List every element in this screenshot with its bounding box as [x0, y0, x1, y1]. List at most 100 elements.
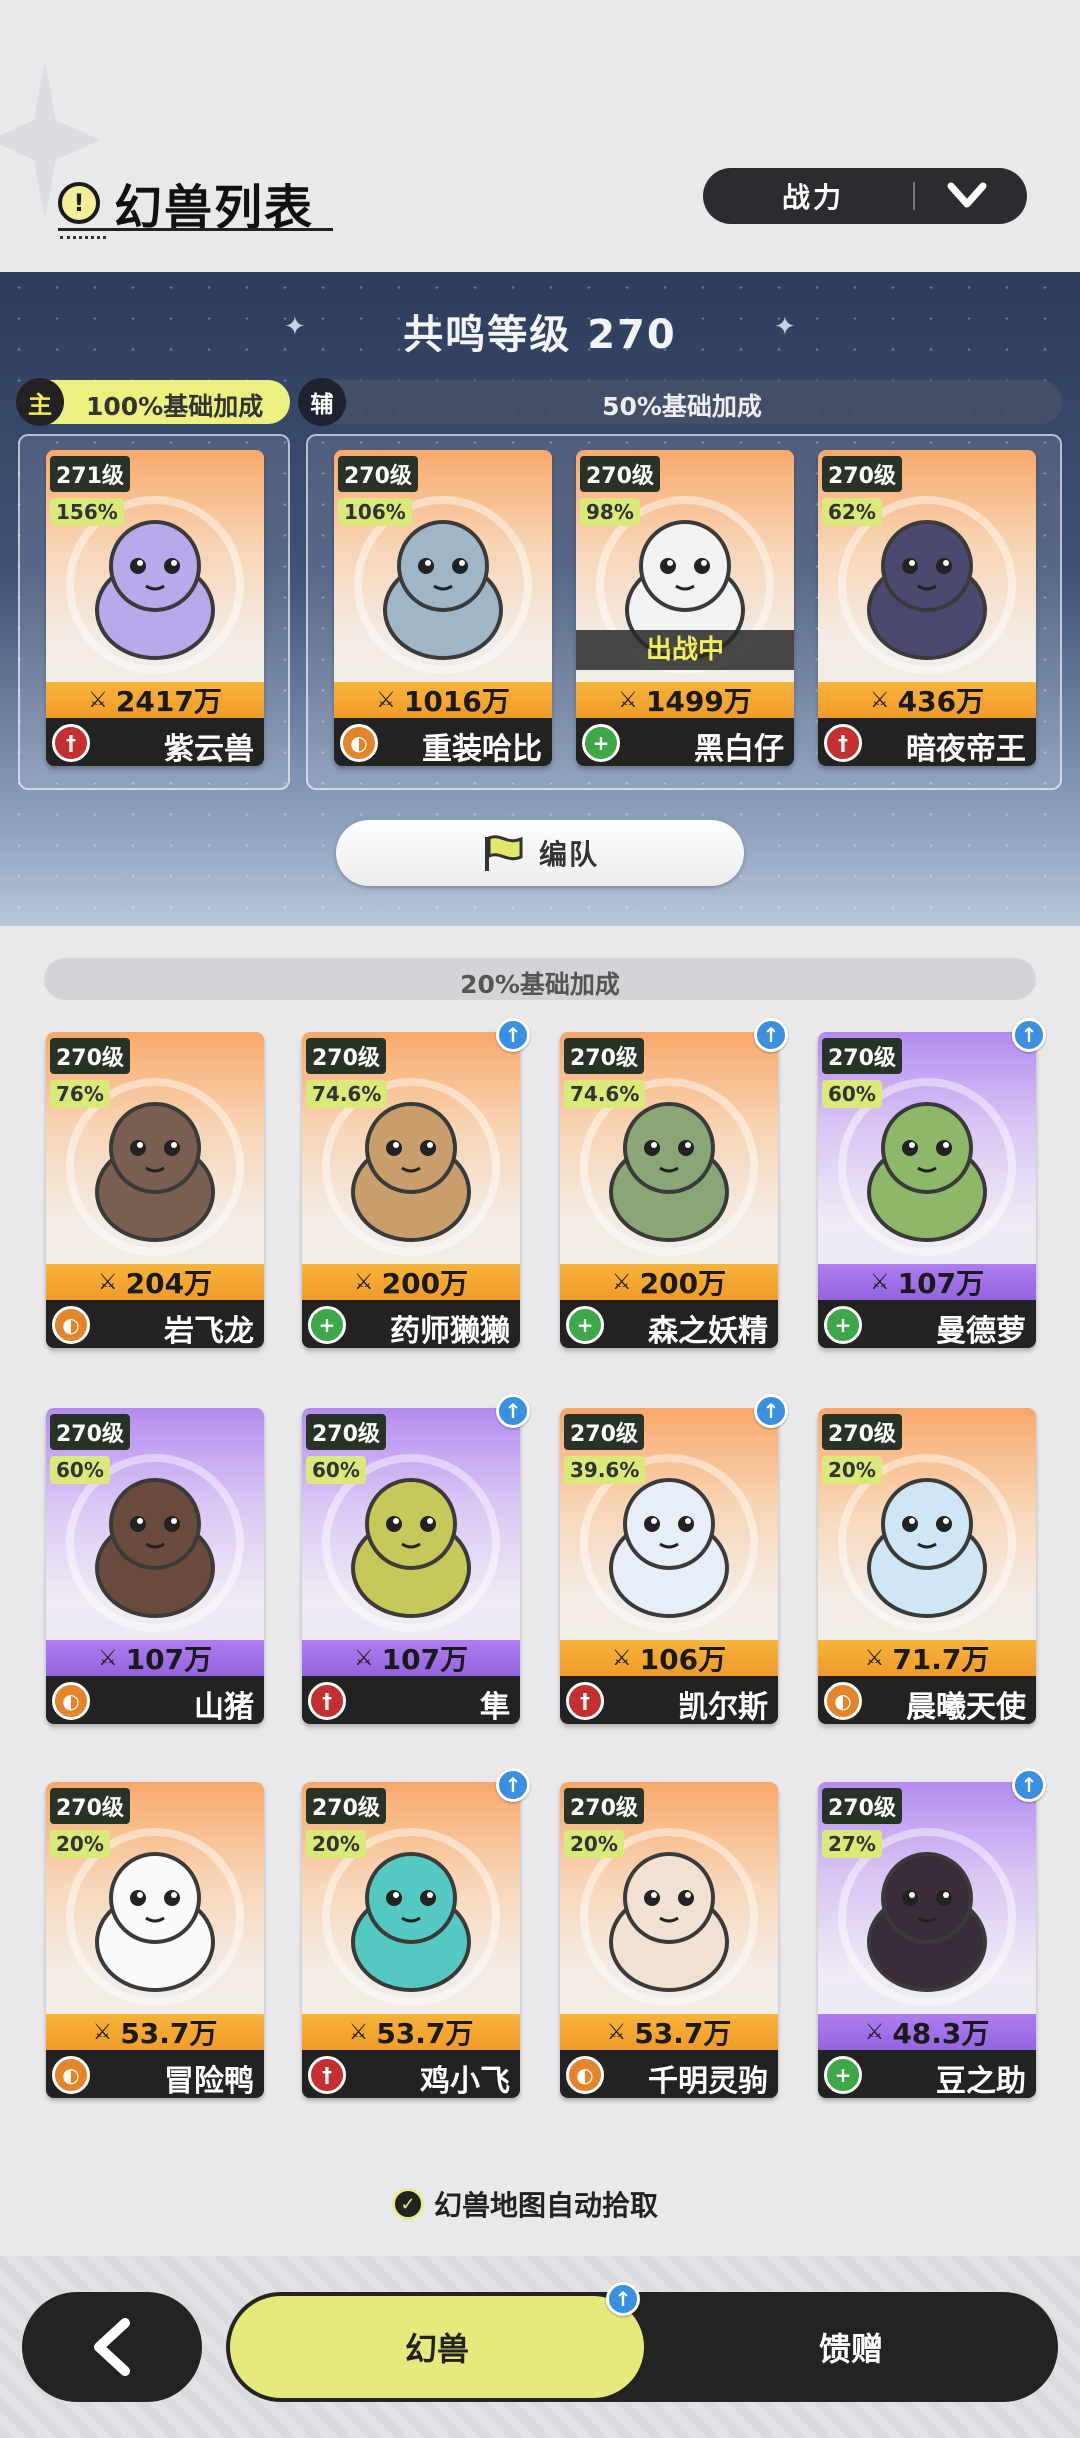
bonus-percent: 20% [822, 1456, 882, 1484]
role-atk-icon: † [308, 1682, 346, 1720]
sort-separator [913, 182, 915, 210]
role-def-icon: ◐ [566, 2056, 604, 2094]
beast-card[interactable]: 270级 76% ⚔ 204万 ◐ 岩飞龙 [46, 1032, 264, 1348]
footer-nav: 幻兽 ↑ 馈赠 [0, 2256, 1080, 2438]
beast-name: 豆之助 [936, 2064, 1026, 2098]
bonus-percent: 74.6% [564, 1080, 646, 1108]
swords-icon: ⚔ [97, 1645, 118, 1671]
beast-card[interactable]: 270级 20% ⚔ 53.7万 ◐ 冒险鸭 [46, 1782, 264, 2098]
tab-gifts-label: 馈赠 [818, 2330, 883, 2368]
auto-pickup-toggle[interactable]: ✓ 幻兽地图自动拾取 [392, 2184, 658, 2224]
main-bonus-label: 100%基础加成 [86, 392, 264, 421]
power-value: 107万 [897, 1267, 985, 1300]
beast-card[interactable]: 270级 62% ⚔ 436万 † 暗夜帝王 [818, 450, 1036, 766]
header: ! 幻兽列表 战力 [0, 0, 1080, 272]
formation-button[interactable]: 编队 [336, 820, 744, 886]
swords-icon: ⚔ [376, 687, 396, 713]
swords-icon: ⚔ [606, 2019, 627, 2045]
bonus-percent: 60% [306, 1456, 366, 1484]
beast-card[interactable]: 270级 20% ⚔ 53.7万 ◐ 千明灵驹 [560, 1782, 778, 2098]
level-badge: 270级 [580, 456, 660, 492]
name-bar: + 黑白仔 [576, 718, 794, 766]
role-sup-icon: + [582, 724, 620, 762]
upgrade-arrow-icon: ↑ [496, 1018, 530, 1052]
power-bar: ⚔ 71.7万 [818, 1640, 1036, 1676]
power-value: 2417万 [115, 685, 222, 718]
beast-name: 山猪 [194, 1690, 254, 1724]
name-bar: ◐ 晨曦天使 [818, 1676, 1036, 1724]
power-bar: ⚔ 106万 [560, 1640, 778, 1676]
upgrade-arrow-icon: ↑ [754, 1394, 788, 1428]
swords-icon: ⚔ [353, 1269, 374, 1295]
power-bar: ⚔ 436万 [818, 682, 1036, 718]
name-bar: + 药师獭獭 [302, 1300, 520, 1348]
chevron-down-icon [947, 182, 987, 208]
swords-icon: ⚔ [97, 1269, 118, 1295]
beast-card[interactable]: 270级 60% ⚔ 107万 ◐ 山猪 [46, 1408, 264, 1724]
role-sup-icon: + [566, 1306, 604, 1344]
swords-icon: ⚔ [353, 1645, 374, 1671]
power-value: 106万 [639, 1643, 727, 1676]
level-badge: 270级 [822, 456, 902, 492]
bonus-percent: 20% [564, 1830, 624, 1858]
beast-name: 曼德萝 [936, 1314, 1026, 1348]
level-badge: 270级 [822, 1788, 902, 1824]
upgrade-arrow-icon: ↑ [496, 1394, 530, 1428]
beast-name: 森之妖精 [648, 1314, 768, 1348]
bonus-percent: 106% [338, 498, 412, 526]
power-bar: ⚔ 53.7万 [302, 2014, 520, 2050]
beast-card[interactable]: 270级 20% ⚔ 71.7万 ◐ 晨曦天使 [818, 1408, 1036, 1724]
upgrade-arrow-icon: ↑ [1012, 1768, 1046, 1802]
upgrade-arrow-icon: ↑ [754, 1018, 788, 1052]
beast-card[interactable]: 270级 60% ⚔ 107万 † 隼 [302, 1408, 520, 1724]
info-icon[interactable]: ! [58, 182, 100, 224]
level-badge: 270级 [306, 1038, 386, 1074]
beast-card[interactable]: 270级 39.6% ⚔ 106万 † 凯尔斯 [560, 1408, 778, 1724]
bonus-percent: 27% [822, 1830, 882, 1858]
assist-bonus-tag: 辅 50%基础加成 [298, 378, 1062, 426]
beast-name: 千明灵驹 [648, 2064, 768, 2098]
beast-card[interactable]: 270级 27% ⚔ 48.3万 + 豆之助 [818, 1782, 1036, 2098]
flag-icon [484, 835, 523, 871]
beast-name: 紫云兽 [164, 732, 254, 766]
power-value: 53.7万 [634, 2017, 732, 2050]
power-value: 71.7万 [892, 1643, 990, 1676]
power-value: 204万 [125, 1267, 213, 1300]
power-value: 1016万 [403, 685, 510, 718]
resonance-level: 共鸣等级 270 [403, 312, 677, 358]
power-value: 1499万 [645, 685, 752, 718]
role-atk-icon: † [52, 724, 90, 762]
beast-card[interactable]: 270级 60% ⚔ 107万 + 曼德萝 [818, 1032, 1036, 1348]
power-value: 107万 [125, 1643, 213, 1676]
beast-name: 隼 [480, 1690, 510, 1724]
back-arrow-icon [94, 2318, 130, 2376]
power-bar: ⚔ 200万 [560, 1264, 778, 1300]
back-button[interactable] [22, 2292, 202, 2402]
tab-beasts[interactable]: 幻兽 [230, 2296, 644, 2398]
beast-card[interactable]: 270级 98% ⚔ 1499万 + 黑白仔 出战中 [576, 450, 794, 766]
upgrade-arrow-icon: ↑ [1012, 1018, 1046, 1052]
power-value: 53.7万 [376, 2017, 474, 2050]
power-bar: ⚔ 2417万 [46, 682, 264, 718]
role-sup-icon: + [824, 2056, 862, 2094]
power-bar: ⚔ 53.7万 [560, 2014, 778, 2050]
beast-card[interactable]: 270级 74.6% ⚔ 200万 + 森之妖精 [560, 1032, 778, 1348]
beast-card[interactable]: 270级 74.6% ⚔ 200万 + 药师獭獭 [302, 1032, 520, 1348]
power-bar: ⚔ 200万 [302, 1264, 520, 1300]
beast-name: 暗夜帝王 [906, 732, 1026, 766]
name-bar: ◐ 重装哈比 [334, 718, 552, 766]
name-bar: † 暗夜帝王 [818, 718, 1036, 766]
power-bar: ⚔ 1499万 [576, 682, 794, 718]
name-bar: ◐ 山猪 [46, 1676, 264, 1724]
swords-icon: ⚔ [864, 2019, 885, 2045]
beast-name: 凯尔斯 [678, 1690, 768, 1724]
tab-gifts[interactable]: 馈赠 [644, 2292, 1058, 2402]
beast-card[interactable]: 270级 106% ⚔ 1016万 ◐ 重装哈比 [334, 450, 552, 766]
power-value: 107万 [381, 1643, 469, 1676]
name-bar: + 豆之助 [818, 2050, 1036, 2098]
name-bar: ◐ 冒险鸭 [46, 2050, 264, 2098]
sort-dropdown[interactable]: 战力 [703, 168, 1027, 224]
beast-card[interactable]: 270级 20% ⚔ 53.7万 † 鸡小飞 [302, 1782, 520, 2098]
role-def-icon: ◐ [52, 1682, 90, 1720]
beast-card[interactable]: 271级 156% ⚔ 2417万 † 紫云兽 [46, 450, 264, 766]
